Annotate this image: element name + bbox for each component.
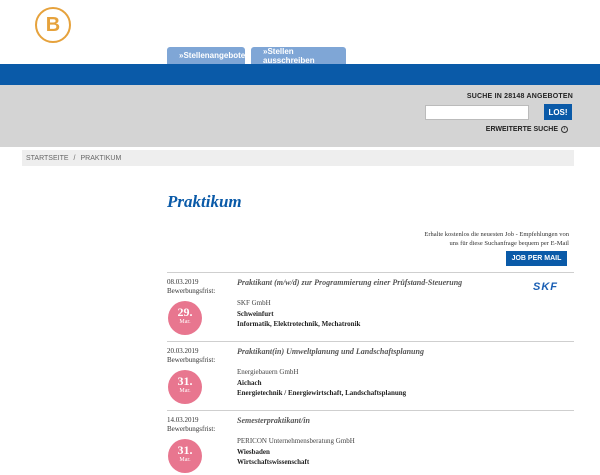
tab-stellenangebote[interactable]: »Stellenangebote xyxy=(167,47,245,64)
deadline-badge: 31. Mar. xyxy=(168,370,202,404)
page-title: Praktikum xyxy=(167,192,242,211)
deadline-day: 31. xyxy=(177,443,193,457)
advanced-search-label: ERWEITERTE SUCHE xyxy=(485,126,558,133)
job-title-link[interactable]: Praktikant(in) Umweltplanung und Landsch… xyxy=(237,347,424,356)
search-input[interactable] xyxy=(425,105,529,120)
job-city: Schweinfurt xyxy=(237,310,274,318)
job-date-block: 14.03.2019 Bewerbungsfrist: xyxy=(167,416,215,434)
deadline-month: Mar. xyxy=(179,457,191,463)
job-company: PERICON Unternehmensberatung GmbH xyxy=(237,437,355,445)
chevron-circle-icon: › xyxy=(561,126,568,133)
job-date-block: 08.03.2019 Bewerbungsfrist: xyxy=(167,278,215,296)
job-date: 08.03.2019 xyxy=(167,278,199,286)
job-listing: 14.03.2019 Bewerbungsfrist: 31. Mar. Sem… xyxy=(167,410,574,475)
email-promo-line-2: uns für diese Suchanfrage bequem per E-M… xyxy=(449,240,570,247)
search-button[interactable]: LOS! xyxy=(544,104,572,120)
job-deadline-label: Bewerbungsfrist: xyxy=(167,356,216,364)
job-per-mail-button[interactable]: JOB PER MAIL xyxy=(506,251,567,266)
deadline-month: Mar. xyxy=(179,388,191,394)
deadline-day: 29. xyxy=(177,305,193,319)
breadcrumb: STARTSEITE / PRAKTIKUM xyxy=(22,150,574,166)
company-logo[interactable]: SKF xyxy=(533,281,558,293)
job-deadline-label: Bewerbungsfrist: xyxy=(167,287,216,295)
top-tabs: »Stellenangebote »Stellen ausschreiben xyxy=(167,47,346,65)
job-company: SKF GmbH xyxy=(237,299,271,307)
breadcrumb-separator: / xyxy=(73,154,76,162)
job-date: 20.03.2019 xyxy=(167,347,199,355)
site-logo[interactable]: B xyxy=(35,7,71,43)
deadline-month: Mar. xyxy=(179,319,191,325)
breadcrumb-home[interactable]: STARTSEITE xyxy=(26,155,69,162)
job-fields: Energietechnik / Energiewirtschaft, Land… xyxy=(237,389,407,397)
job-title-link[interactable]: Praktikant (m/w/d) zur Programmierung ei… xyxy=(237,278,462,287)
deadline-day: 31. xyxy=(177,374,193,388)
job-city: Wiesbaden xyxy=(237,448,270,456)
job-listing: 08.03.2019 Bewerbungsfrist: 29. Mar. Pra… xyxy=(167,272,574,341)
job-fields: Informatik, Elektrotechnik, Mechatronik xyxy=(237,320,361,328)
job-date: 14.03.2019 xyxy=(167,416,199,424)
job-company: Energiebauern GmbH xyxy=(237,368,299,376)
email-promo-line-1: Erhalte kostenlos die neuesten Job - Emp… xyxy=(424,231,569,238)
job-title-link[interactable]: Semesterpraktikant/in xyxy=(237,416,310,425)
job-date-block: 20.03.2019 Bewerbungsfrist: xyxy=(167,347,215,365)
search-count-label: SUCHE IN 28148 ANGEBOTEN xyxy=(466,93,573,100)
logo-letter: B xyxy=(45,14,61,36)
header-bar xyxy=(0,64,600,85)
deadline-badge: 29. Mar. xyxy=(168,301,202,335)
job-deadline-label: Bewerbungsfrist: xyxy=(167,425,216,433)
breadcrumb-current: PRAKTIKUM xyxy=(80,154,122,162)
tab-stellen-ausschreiben[interactable]: »Stellen ausschreiben xyxy=(251,47,346,65)
advanced-search-link[interactable]: ERWEITERTE SUCHE › xyxy=(486,126,568,133)
job-city: Aichach xyxy=(237,379,262,387)
search-panel: SUCHE IN 28148 ANGEBOTEN LOS! ERWEITERTE… xyxy=(0,85,600,147)
job-list: 08.03.2019 Bewerbungsfrist: 29. Mar. Pra… xyxy=(167,272,574,475)
job-listing: 20.03.2019 Bewerbungsfrist: 31. Mar. Pra… xyxy=(167,341,574,410)
deadline-badge: 31. Mar. xyxy=(168,439,202,473)
email-promo-text: Erhalte kostenlos die neuesten Job - Emp… xyxy=(389,230,569,248)
job-fields: Wirtschaftswissenschaft xyxy=(237,458,310,466)
